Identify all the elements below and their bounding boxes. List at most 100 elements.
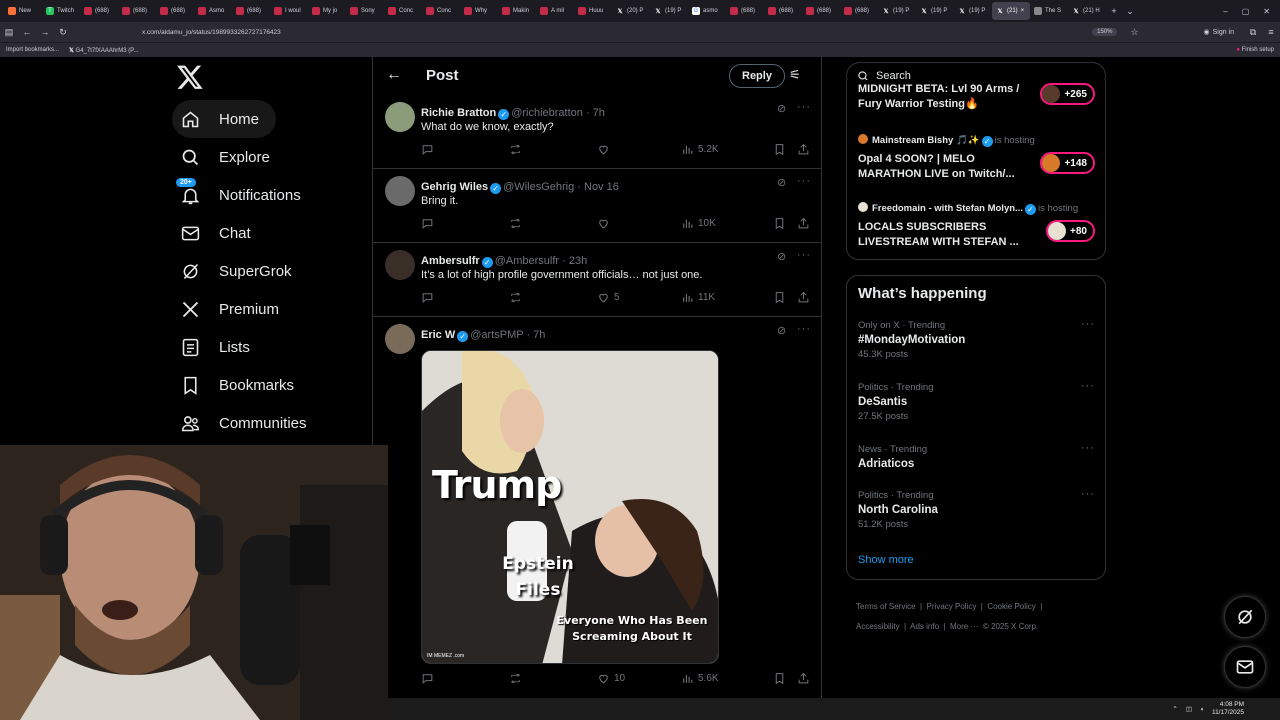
author-handle[interactable]: @richiebratton <box>511 107 583 119</box>
like-action[interactable] <box>597 217 681 230</box>
post-time[interactable]: 7h <box>593 107 605 119</box>
menu-icon[interactable]: ≡ <box>1262 27 1280 37</box>
author-name[interactable]: Gehrig Wiles <box>421 181 488 193</box>
tray-chevron-icon[interactable]: ⌃ <box>1172 705 1177 713</box>
browser-tab[interactable]: Conc <box>422 2 460 20</box>
close-tab-icon[interactable]: × <box>1021 8 1025 14</box>
more-options-icon[interactable]: ··· <box>797 323 811 335</box>
nav-item-communities[interactable]: Communities <box>172 404 362 442</box>
browser-tab[interactable]: 𝕏 (19) P <box>916 2 954 20</box>
bookmark-action[interactable] <box>773 217 797 230</box>
avatar[interactable] <box>385 102 415 132</box>
messages-floating-button[interactable] <box>1224 646 1266 688</box>
browser-tab[interactable]: 𝕏 (21) H <box>1068 2 1106 20</box>
bookmark-action[interactable] <box>773 291 797 304</box>
browser-tab[interactable]: (688) <box>840 2 878 20</box>
sort-settings-icon[interactable]: ⚟ <box>789 67 801 83</box>
meme-image[interactable]: Trump Epstein Files Everyone Who Has Been … <box>421 350 719 664</box>
extensions-icon[interactable]: ⧉ <box>1244 27 1262 38</box>
reply-button[interactable]: Reply <box>729 64 785 88</box>
views-action[interactable]: 10K <box>681 217 773 230</box>
views-action[interactable]: 11K <box>681 291 773 304</box>
browser-tab[interactable]: (688) <box>80 2 118 20</box>
author-name[interactable]: Richie Bratton <box>421 107 496 119</box>
browser-tab[interactable]: Gasmo <box>688 2 726 20</box>
live-space-item[interactable]: Freedomain - with Stefan Molyn... ✓ is hos… <box>847 202 1105 259</box>
browser-tab[interactable]: My jo <box>308 2 346 20</box>
nav-item-notifications[interactable]: 20+ Notifications <box>172 176 362 214</box>
forward-icon[interactable]: → <box>36 27 54 37</box>
avatar[interactable] <box>385 324 415 354</box>
browser-tab[interactable]: (688) <box>118 2 156 20</box>
author-name[interactable]: Ambersulfr <box>421 255 480 267</box>
reply-item[interactable]: Gehrig Wiles ✓ @WilesGehrig · Nov 16 ⊘ ··· Br… <box>373 169 821 243</box>
nav-item-supergrok[interactable]: SuperGrok <box>172 252 362 290</box>
nav-item-lists[interactable]: Lists <box>172 328 362 366</box>
browser-tab[interactable]: T Twitch <box>42 2 80 20</box>
volume-icon[interactable]: ◖ <box>1200 706 1204 713</box>
browser-tab[interactable]: New <box>4 2 42 20</box>
grok-explain-icon[interactable]: ⊘ <box>777 176 786 189</box>
author-handle[interactable]: @WilesGehrig <box>503 181 574 193</box>
browser-tab[interactable]: (688) <box>156 2 194 20</box>
browser-tab[interactable]: 𝕏 (19) P <box>878 2 916 20</box>
like-action[interactable]: 5 <box>597 291 681 304</box>
views-action[interactable]: 5.6K <box>681 672 773 685</box>
bookmark-action[interactable] <box>773 143 797 156</box>
like-action[interactable] <box>597 143 681 156</box>
bookmark-item[interactable]: 𝕏 G4_7t7fXAAAhrM3 (P... <box>69 47 138 54</box>
sidebar-toggle-icon[interactable]: ▤ <box>0 27 18 38</box>
finish-setup-button[interactable]: ● Finish setup <box>1236 47 1274 53</box>
post-time[interactable]: 7h <box>533 329 545 341</box>
grok-explain-icon[interactable]: ⊘ <box>777 324 786 337</box>
more-options-icon[interactable]: ··· <box>1081 442 1095 454</box>
back-arrow-icon[interactable]: ← <box>386 66 402 84</box>
share-action[interactable] <box>797 143 810 156</box>
browser-tab[interactable]: Makin <box>498 2 536 20</box>
more-options-icon[interactable]: ··· <box>1081 380 1095 392</box>
x-logo-icon[interactable] <box>176 63 206 93</box>
browser-tab[interactable]: The S <box>1030 2 1068 20</box>
nav-item-bookmarks[interactable]: Bookmarks <box>172 366 362 404</box>
browser-tab[interactable]: 𝕏 (21) × <box>992 2 1030 20</box>
grok-explain-icon[interactable]: ⊘ <box>777 102 786 115</box>
more-options-icon[interactable]: ··· <box>797 249 811 261</box>
sign-in-button[interactable]: ◉ Sign in <box>1203 28 1234 37</box>
reply-action[interactable] <box>421 217 509 230</box>
live-listeners-badge[interactable]: +80 <box>1046 220 1095 242</box>
browser-tab[interactable]: Asmo <box>194 2 232 20</box>
bookmark-item[interactable]: Import bookmarks... <box>6 47 59 53</box>
browser-tab[interactable]: A mil <box>536 2 574 20</box>
bookmark-star-icon[interactable]: ☆ <box>1125 27 1143 38</box>
author-name[interactable]: Eric W <box>421 329 455 341</box>
browser-tab[interactable]: 𝕏 (19) P <box>650 2 688 20</box>
browser-tab[interactable]: (688) <box>802 2 840 20</box>
avatar[interactable] <box>385 176 415 206</box>
show-more-link[interactable]: Show more <box>858 554 914 566</box>
back-icon[interactable]: ← <box>18 27 36 37</box>
footer-link[interactable]: Terms of Service <box>856 602 916 611</box>
grok-explain-icon[interactable]: ⊘ <box>777 250 786 263</box>
share-action[interactable] <box>797 672 810 685</box>
live-listeners-badge[interactable]: +265 <box>1040 83 1095 105</box>
repost-action[interactable] <box>509 672 597 685</box>
browser-tab[interactable]: (688) <box>232 2 270 20</box>
nav-item-home[interactable]: Home <box>172 100 276 138</box>
trend-item[interactable]: Only on X · Trending #MondayMotivation 45.… <box>847 318 1107 360</box>
browser-tab[interactable]: 𝕏 (20) P <box>612 2 650 20</box>
browser-tab[interactable]: Conc <box>384 2 422 20</box>
repost-action[interactable] <box>509 217 597 230</box>
more-options-icon[interactable]: ··· <box>1081 318 1095 330</box>
host-name[interactable]: Freedomain - with Stefan Molyn... <box>872 203 1023 214</box>
reply-item[interactable]: Eric W ✓ @artsPMP · 7h ⊘ ··· 10 5.6K Trump Epste… <box>373 317 821 720</box>
reload-icon[interactable]: ↻ <box>54 27 72 38</box>
browser-tab[interactable]: Why <box>460 2 498 20</box>
new-tab-icon[interactable]: + <box>1106 6 1122 16</box>
grok-floating-button[interactable] <box>1224 596 1266 638</box>
live-listeners-badge[interactable]: +148 <box>1040 152 1095 174</box>
like-action[interactable]: 10 <box>597 672 681 685</box>
more-options-icon[interactable]: ··· <box>1081 488 1095 500</box>
reply-action[interactable] <box>421 672 509 685</box>
url-field[interactable]: x.com/aldamu_jo/status/19899332627271764… <box>142 29 1092 36</box>
host-name[interactable]: Mainstream Bishy 🎵✨ <box>872 135 980 146</box>
